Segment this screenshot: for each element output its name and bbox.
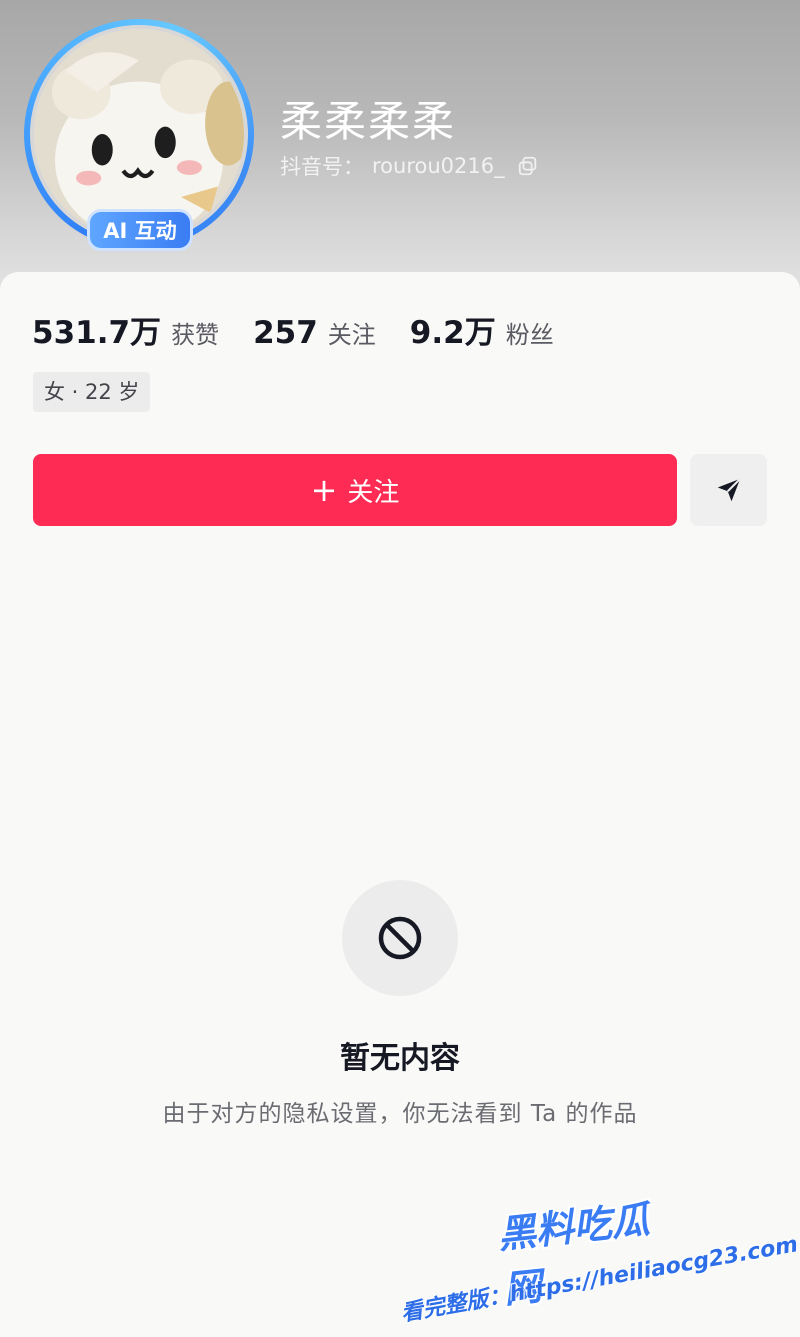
douyin-id-value: rourou0216_ <box>372 154 505 178</box>
stat-followers-label: 粉丝 <box>505 321 554 349</box>
send-icon <box>717 478 741 502</box>
stat-following-value: 257 <box>253 315 318 351</box>
profile-card <box>0 272 800 1337</box>
douyin-id-row[interactable]: 抖音号： rourou0216_ <box>280 152 539 180</box>
douyin-id-label: 抖音号： <box>280 155 364 179</box>
profile-stats: 531.7万 获赞 257 关注 9.2万 粉丝 <box>32 307 588 351</box>
stat-followers[interactable]: 9.2万 粉丝 <box>410 307 554 352</box>
empty-state-title: 暂无内容 <box>340 1041 460 1076</box>
empty-state-icon-circle <box>342 880 458 996</box>
stat-following-label: 关注 <box>327 321 376 349</box>
empty-state-description: 由于对方的隐私设置，你无法看到 Ta 的作品 <box>162 1101 638 1127</box>
profile-name: 柔柔柔柔 <box>280 97 457 146</box>
stat-following[interactable]: 257 关注 <box>253 315 376 351</box>
forbidden-icon <box>378 916 422 960</box>
gender-age-tag: 女 · 22 岁 <box>33 372 151 412</box>
stat-followers-value: 9.2万 <box>409 315 496 351</box>
stat-likes[interactable]: 531.7万 获赞 <box>32 307 219 352</box>
follow-button-label: 关注 <box>347 477 400 508</box>
copy-icon[interactable] <box>517 155 539 177</box>
ai-interaction-badge[interactable]: AI 互动 <box>87 209 193 251</box>
stat-likes-value: 531.7万 <box>32 315 162 351</box>
follow-button[interactable]: + 关注 <box>33 454 677 526</box>
send-message-button[interactable] <box>690 454 767 526</box>
plus-icon: + <box>310 471 338 509</box>
stat-likes-label: 获赞 <box>171 321 220 349</box>
